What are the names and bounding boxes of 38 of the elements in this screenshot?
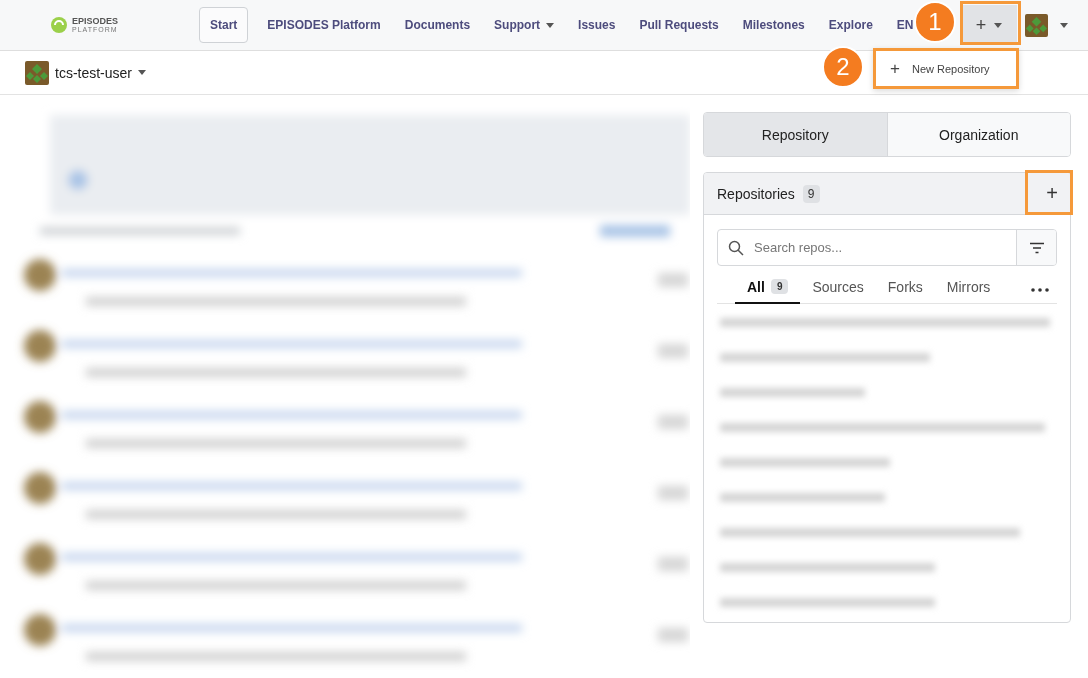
caret-icon [994,22,1003,28]
logo-title: EPISODES [72,17,118,26]
nav-link[interactable]: Explore [817,7,884,43]
filter-tab[interactable]: Sources [800,271,876,304]
caret-icon [1060,22,1068,28]
step-callout: 2 [822,46,864,88]
filter-tab[interactable]: Forks [875,271,935,304]
search-icon [728,239,744,256]
nav-link[interactable]: Milestones [731,7,816,43]
more-icon [1031,288,1049,292]
highlight-frame [1025,170,1073,215]
nav-link[interactable]: Support [483,7,566,43]
nav-link[interactable]: Issues [567,7,627,43]
filter-button[interactable] [1016,230,1056,265]
highlight-frame [960,1,1021,45]
search-field[interactable]: Search repos... [752,239,1016,256]
repository-count: 9 [802,184,820,203]
nav-link[interactable]: Start [199,7,249,43]
create-button[interactable]: + [961,5,1017,45]
nav-link[interactable]: Pull Requests [628,7,730,43]
dashboard-tab[interactable]: Organization [887,113,1070,156]
filter-count: 9 [770,279,789,294]
nav-link[interactable]: Documents [393,7,482,43]
panel-title: Repositories [717,185,795,202]
user-avatar [25,60,49,85]
filter-tab[interactable]: All 9 [735,271,801,304]
filter-tab[interactable]: Mirrors [934,271,1003,304]
add-repository-button[interactable]: + [1034,173,1070,215]
nav-link[interactable]: EN [885,17,915,33]
logo-icon [50,16,68,34]
new-repository-item[interactable]: + New Repository [876,58,990,79]
filter-icon [1028,241,1045,254]
nav-link[interactable]: EPISODES Platform [256,7,392,43]
dashboard-tab[interactable]: Repository [704,113,888,156]
user-avatar [1025,13,1048,37]
user-switcher[interactable]: tcs-test-user [25,60,146,85]
caret-icon [138,70,146,75]
search-box[interactable]: Search repos... [717,229,1057,266]
